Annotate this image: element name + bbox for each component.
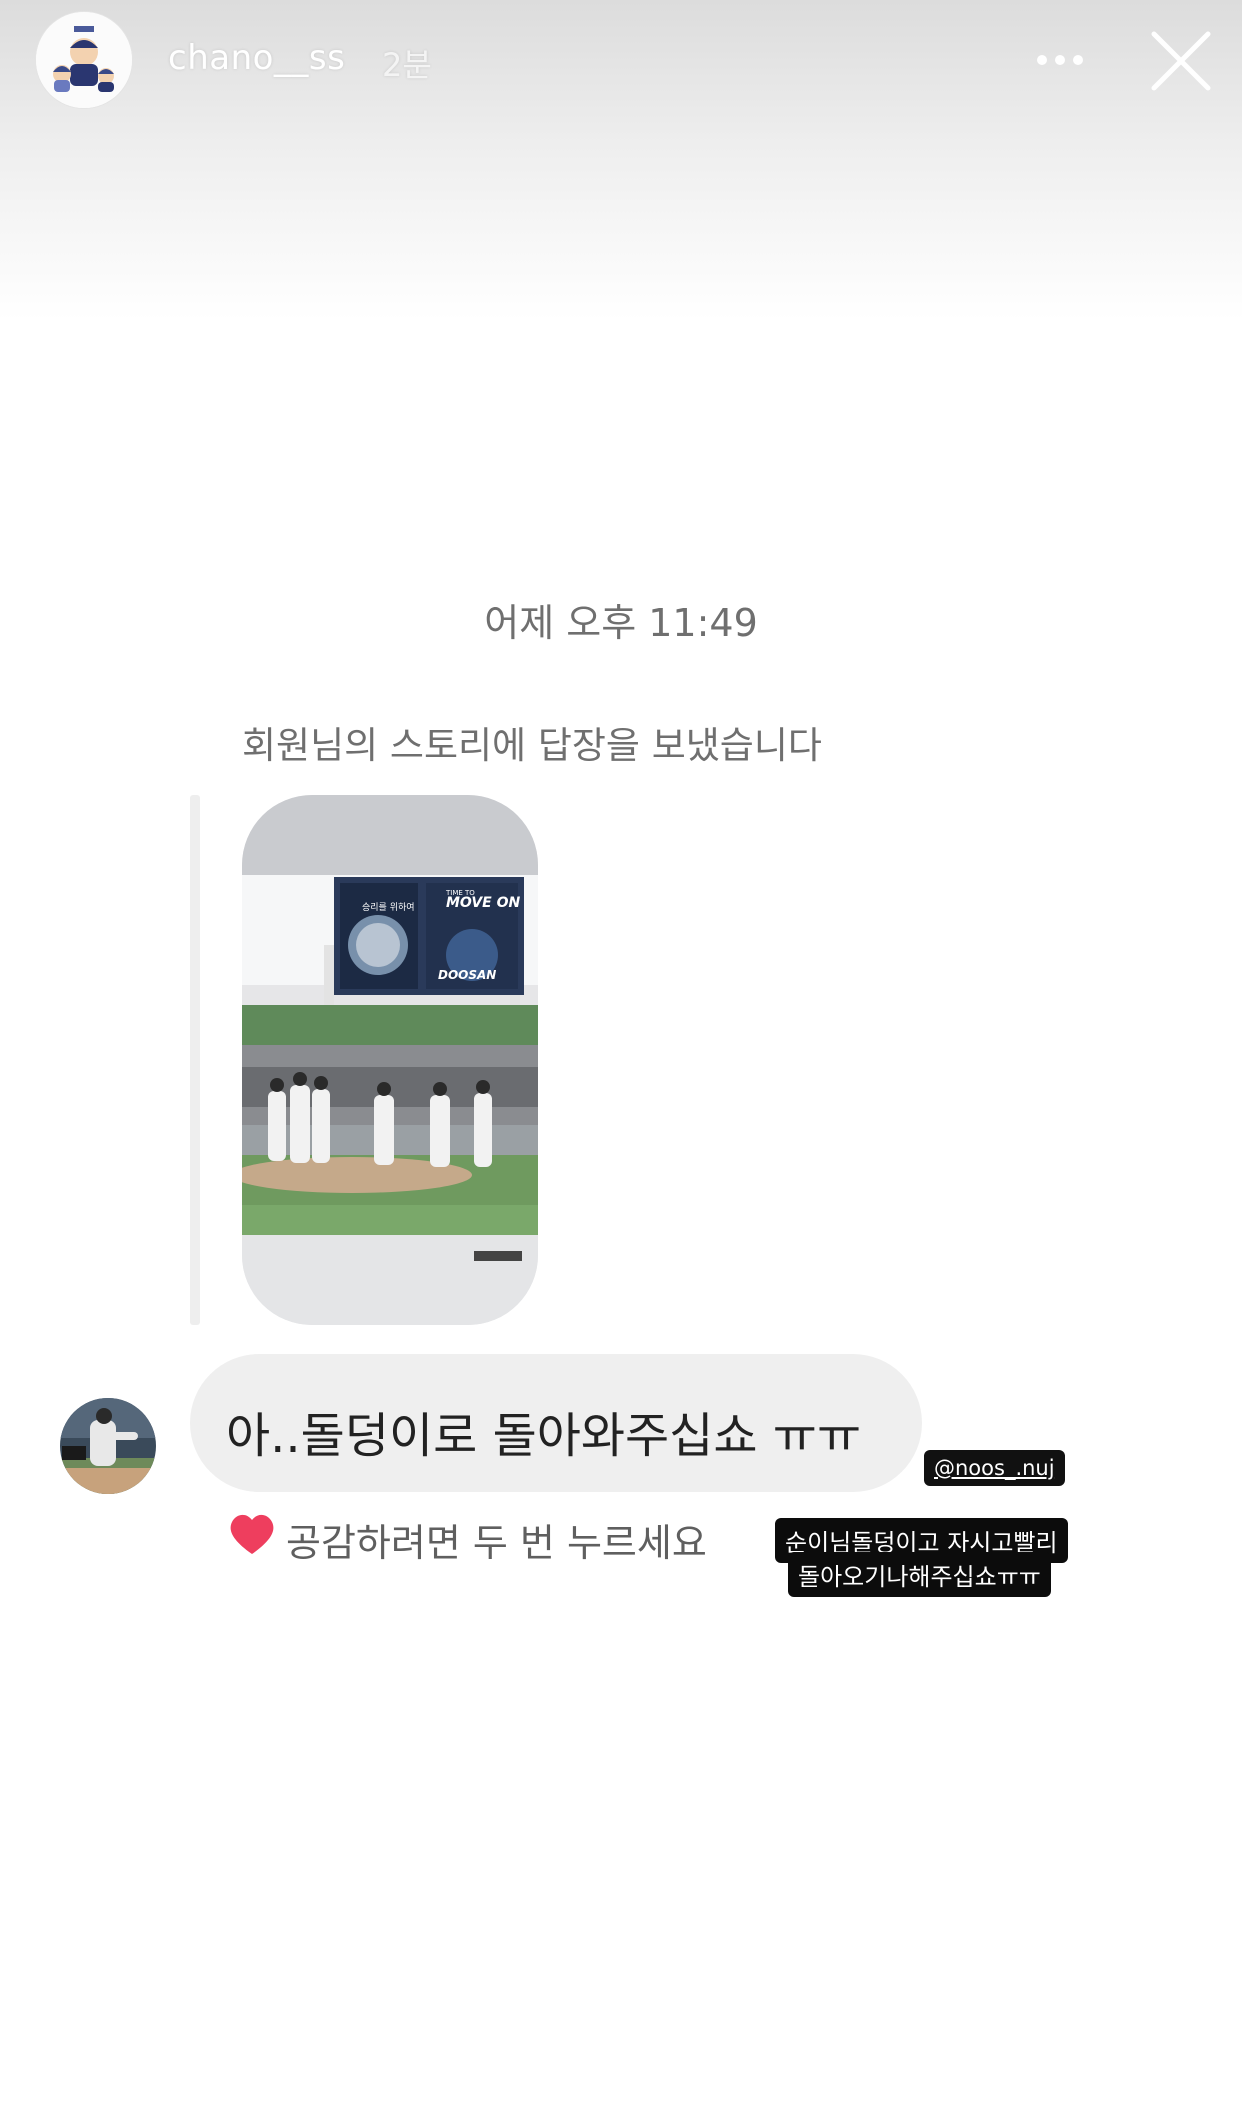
caption-sticker-line-2: 돌아오기나해주십쇼ㅠㅠ [788,1552,1051,1597]
message-bubble[interactable]: 아..돌덩이로 돌아와주십쇼 ㅠㅠ [190,1354,922,1492]
username[interactable]: chano__ss [168,38,345,78]
message-text: 아..돌덩이로 돌아와주십쇼 ㅠㅠ [226,1408,862,1464]
story-reply-note: 회원님의 스토리에 답장을 보냈습니다 [242,724,822,767]
story-header: chano__ss 2분 [0,0,1242,130]
baseball-field-image: 승리를 위하여 TIME TO MOVE ON DOOSAN [242,795,538,1325]
close-button[interactable] [1148,28,1214,94]
story-preview-thumbnail[interactable]: 승리를 위하여 TIME TO MOVE ON DOOSAN [242,795,538,1325]
heart-icon [230,1514,274,1554]
quote-bar [190,795,200,1325]
close-icon [1151,31,1211,91]
sender-photo [60,1398,156,1494]
like-hint-text: 공감하려면 두 번 누르세요 [286,1521,707,1565]
more-options-button[interactable] [1030,40,1090,80]
message-timestamp: 어제 오후 11:49 [484,601,758,645]
post-time: 2분 [382,46,432,84]
mention-sticker[interactable]: @noos_.nuj [924,1450,1065,1486]
scoreboard-title-text: MOVE ON [446,895,521,911]
more-dots-icon [1037,55,1083,65]
user-avatar[interactable] [36,12,132,108]
sender-avatar[interactable] [60,1398,156,1494]
scoreboard-left-text: 승리를 위하여 [362,901,415,913]
avatar-illustration [36,12,132,108]
scoreboard-brand-text: DOOSAN [438,968,496,982]
